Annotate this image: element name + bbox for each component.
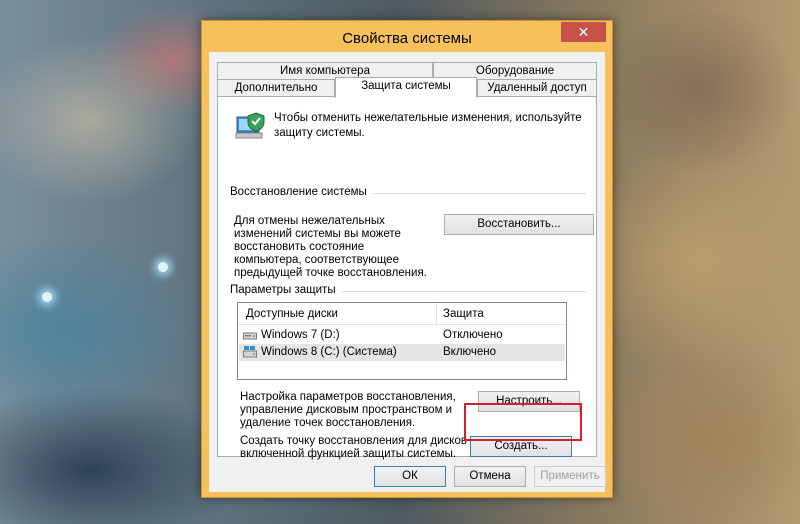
- ok-button[interactable]: ОК: [374, 466, 446, 487]
- close-button[interactable]: ✕: [561, 22, 606, 42]
- restore-button[interactable]: Восстановить...: [444, 214, 594, 235]
- column-header-drives[interactable]: Доступные диски: [246, 308, 338, 320]
- window-title: Свойства системы: [342, 30, 472, 47]
- column-separator[interactable]: [436, 303, 437, 325]
- tab-system-protection[interactable]: Защита системы: [335, 77, 477, 98]
- configure-description: Настройка параметров восстановления, упр…: [240, 391, 456, 429]
- highlight-box: [464, 403, 582, 441]
- drive-protection-status: Отключено: [443, 329, 503, 341]
- apply-button[interactable]: Применить: [534, 466, 606, 487]
- intro-text: Чтобы отменить нежелательные изменения, …: [274, 112, 582, 139]
- list-header: Доступные диски Защита: [238, 303, 566, 325]
- drive-name: Windows 7 (D:): [261, 329, 340, 341]
- create-description: Создать точку восстановления для дисков …: [240, 435, 476, 460]
- table-row[interactable]: Windows 7 (D:) Отключено: [239, 327, 565, 344]
- protection-group-label: Параметры защиты: [230, 284, 342, 296]
- drive-name: Windows 8 (C:) (Система): [261, 346, 397, 358]
- drives-list[interactable]: Доступные диски Защита Windows 7 (D:) От…: [237, 302, 567, 380]
- system-drive-icon: [243, 346, 257, 358]
- wallpaper-light: [158, 262, 168, 272]
- drive-protection-status: Включено: [443, 346, 497, 358]
- column-header-protection[interactable]: Защита: [443, 308, 484, 320]
- cancel-button[interactable]: Отмена: [454, 466, 526, 487]
- restore-group-label: Восстановление системы: [230, 186, 373, 198]
- tab-advanced[interactable]: Дополнительно: [217, 79, 335, 97]
- title-bar[interactable]: Свойства системы ✕: [202, 21, 612, 53]
- restore-description: Для отмены нежелательных изменений систе…: [234, 215, 427, 279]
- close-icon: ✕: [577, 24, 590, 40]
- drive-icon: [243, 332, 257, 340]
- tab-remote[interactable]: Удаленный доступ: [477, 79, 597, 97]
- table-row[interactable]: Windows 8 (C:) (Система) Включено: [239, 344, 565, 361]
- system-protection-icon: [235, 112, 265, 139]
- wallpaper-light: [42, 292, 52, 302]
